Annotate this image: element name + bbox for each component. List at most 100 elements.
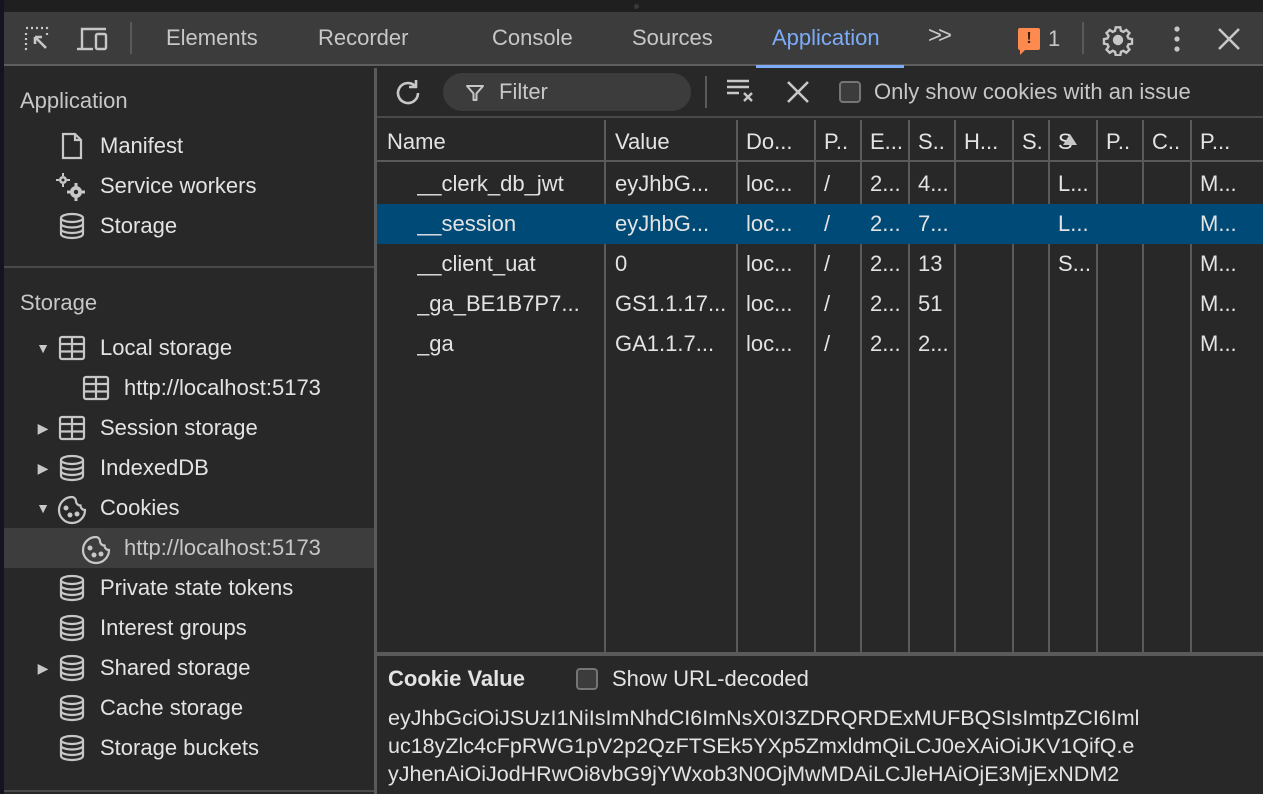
cookie-value-text[interactable]: eyJhbGciOiJSUzI1NiIsImNhdCI6ImNsX0I3ZDRQ… (388, 704, 1248, 788)
column-header-priority[interactable]: P... (1200, 120, 1260, 162)
cookie-row[interactable]: __client_uat 0 loc... / 2... 13 S... M... (377, 244, 1263, 284)
close-devtools-icon[interactable] (1214, 24, 1244, 54)
sidebar-item-local-storage[interactable]: ▼ Local storage (4, 328, 374, 368)
sidebar-item-cookies[interactable]: ▼ Cookies (4, 488, 374, 528)
column-header-httponly[interactable]: H... (964, 120, 1010, 162)
column-header-path[interactable]: P.. (824, 120, 858, 162)
cell-name: __client_uat (417, 251, 536, 276)
column-header-value[interactable]: Value (615, 120, 733, 162)
devtools-tabbar: Elements Recorder Console Sources Applic… (4, 12, 1263, 68)
filter-input-wrapper[interactable] (443, 73, 691, 111)
column-header-cross-site[interactable]: C.. (1152, 120, 1188, 162)
sidebar-item-manifest[interactable]: Manifest (4, 126, 374, 166)
collapsed-triangle-icon[interactable]: ▶ (36, 460, 50, 477)
sidebar-item-label: Shared storage (100, 655, 251, 680)
cell-size: 51 (918, 291, 943, 316)
sidebar-item-cookies-origin[interactable]: http://localhost:5173 (4, 528, 374, 568)
sidebar-item-storage-buckets[interactable]: Storage buckets (4, 728, 374, 768)
cell-expires: 2... (870, 331, 901, 356)
cell-samesite: L... (1058, 211, 1089, 236)
tab-console[interactable]: Console (492, 12, 573, 66)
sidebar-item-service-workers[interactable]: Service workers (4, 166, 374, 206)
cell-value: 0 (615, 251, 628, 276)
database-icon (58, 734, 86, 762)
cookie-row[interactable]: __clerk_db_jwt eyJhbG... loc... / 2... 4... L.… (377, 164, 1263, 204)
cell-samesite: S... (1058, 251, 1092, 276)
only-issues-label[interactable]: Only show cookies with an issue (874, 79, 1191, 105)
show-url-decoded-label[interactable]: Show URL-decoded (612, 666, 809, 692)
cell-cross-site (1152, 244, 1188, 284)
sidebar-item-private-state-tokens[interactable]: Private state tokens (4, 568, 374, 608)
cell-name: _ga_BE1B7P7... (417, 291, 580, 316)
sidebar-item-interest-groups[interactable]: Interest groups (4, 608, 374, 648)
inspect-element-icon[interactable] (22, 24, 52, 54)
cell-value: eyJhbG... (615, 211, 710, 236)
cell-httponly (964, 244, 1010, 284)
cookie-row[interactable]: _ga GA1.1.7... loc... / 2... 2... M... (377, 324, 1263, 364)
cell-size: 4... (918, 171, 949, 196)
tab-sources[interactable]: Sources (632, 12, 713, 66)
cell-path: / (824, 171, 831, 196)
cell-partition-key (1106, 164, 1140, 204)
clear-all-cookies-icon[interactable] (725, 76, 757, 111)
sidebar-item-storage[interactable]: Storage (4, 206, 374, 246)
sidebar-item-label: Interest groups (100, 615, 247, 640)
cookie-row[interactable]: __session eyJhbG... loc... / 2... 7... L... M..… (377, 204, 1263, 244)
cell-value: GA1.1.7... (615, 331, 715, 356)
cell-secure (1022, 284, 1046, 324)
cell-partition-key (1106, 244, 1140, 284)
column-header-domain[interactable]: Do... (746, 120, 812, 162)
cell-size: 13 (918, 251, 943, 276)
table-icon (58, 334, 86, 362)
sidebar-item-indexeddb[interactable]: ▶ IndexedDB (4, 448, 374, 488)
issues-button[interactable]: ! 1 (1018, 26, 1060, 55)
column-header-name[interactable]: Name (387, 120, 597, 162)
collapsed-triangle-icon[interactable]: ▶ (36, 420, 50, 437)
tab-application[interactable]: Application (756, 12, 904, 68)
cell-httponly (964, 204, 1010, 244)
sidebar-item-shared-storage[interactable]: ▶ Shared storage (4, 648, 374, 688)
cell-size: 2... (918, 331, 949, 356)
cookies-toolbar: Only show cookies with an issue (377, 68, 1263, 118)
sidebar-item-local-storage-origin[interactable]: http://localhost:5173 (4, 368, 374, 408)
cell-secure (1022, 204, 1046, 244)
column-header-partition-key[interactable]: P.. (1106, 120, 1140, 162)
tab-recorder[interactable]: Recorder (318, 12, 408, 66)
tab-elements[interactable]: Elements (166, 12, 258, 66)
more-options-icon[interactable] (1162, 24, 1192, 54)
sidebar-item-cache-storage[interactable]: Cache storage (4, 688, 374, 728)
cookie-value-line: uc18yZlc4cFpRWG1pV2p2QzFTSEk5YXp5ZmxldmQ… (388, 734, 1135, 758)
sidebar-item-session-storage[interactable]: ▶ Session storage (4, 408, 374, 448)
cell-expires: 2... (870, 211, 901, 236)
show-url-decoded-checkbox[interactable] (576, 668, 598, 690)
column-header-size[interactable]: S.. (918, 120, 952, 162)
cell-partition-key (1106, 284, 1140, 324)
cell-name: _ga (417, 331, 454, 356)
cell-priority: M... (1200, 171, 1237, 196)
toolbar-divider (130, 22, 132, 54)
filter-input[interactable] (499, 73, 679, 111)
only-issues-checkbox[interactable] (839, 81, 861, 103)
cell-path: / (824, 331, 831, 356)
cell-httponly (964, 164, 1010, 204)
collapsed-triangle-icon[interactable]: ▶ (36, 660, 50, 677)
cookies-table: Name Value Do... P.. E... S.. H... S. S … (377, 120, 1263, 652)
resize-handle[interactable] (4, 0, 1263, 12)
cell-samesite (1058, 324, 1094, 364)
cell-httponly (964, 284, 1010, 324)
cell-priority: M... (1200, 291, 1237, 316)
refresh-icon[interactable] (391, 76, 425, 115)
cookie-row[interactable]: _ga_BE1B7P7... GS1.1.17... loc... / 2... 51 M.… (377, 284, 1263, 324)
cookie-value-line: eyJhbGciOiJSUzI1NiIsImNhdCI6ImNsX0I3ZDRQ… (388, 706, 1140, 730)
expanded-triangle-icon[interactable]: ▼ (36, 340, 50, 356)
settings-gear-icon[interactable] (1102, 24, 1134, 57)
device-toolbar-icon[interactable] (76, 24, 108, 54)
cell-cross-site (1152, 324, 1188, 364)
column-header-secure[interactable]: S. (1022, 120, 1046, 162)
delete-selected-icon[interactable] (785, 79, 811, 110)
more-tabs-button[interactable]: >> (928, 22, 952, 50)
cell-partition-key (1106, 204, 1140, 244)
expanded-triangle-icon[interactable]: ▼ (36, 500, 50, 516)
cookie-value-line: yJhenAiOiJodHRwOi8vbG9jYWxob3N0OjMwMDAiL… (388, 762, 1120, 786)
column-header-expires[interactable]: E... (870, 120, 906, 162)
